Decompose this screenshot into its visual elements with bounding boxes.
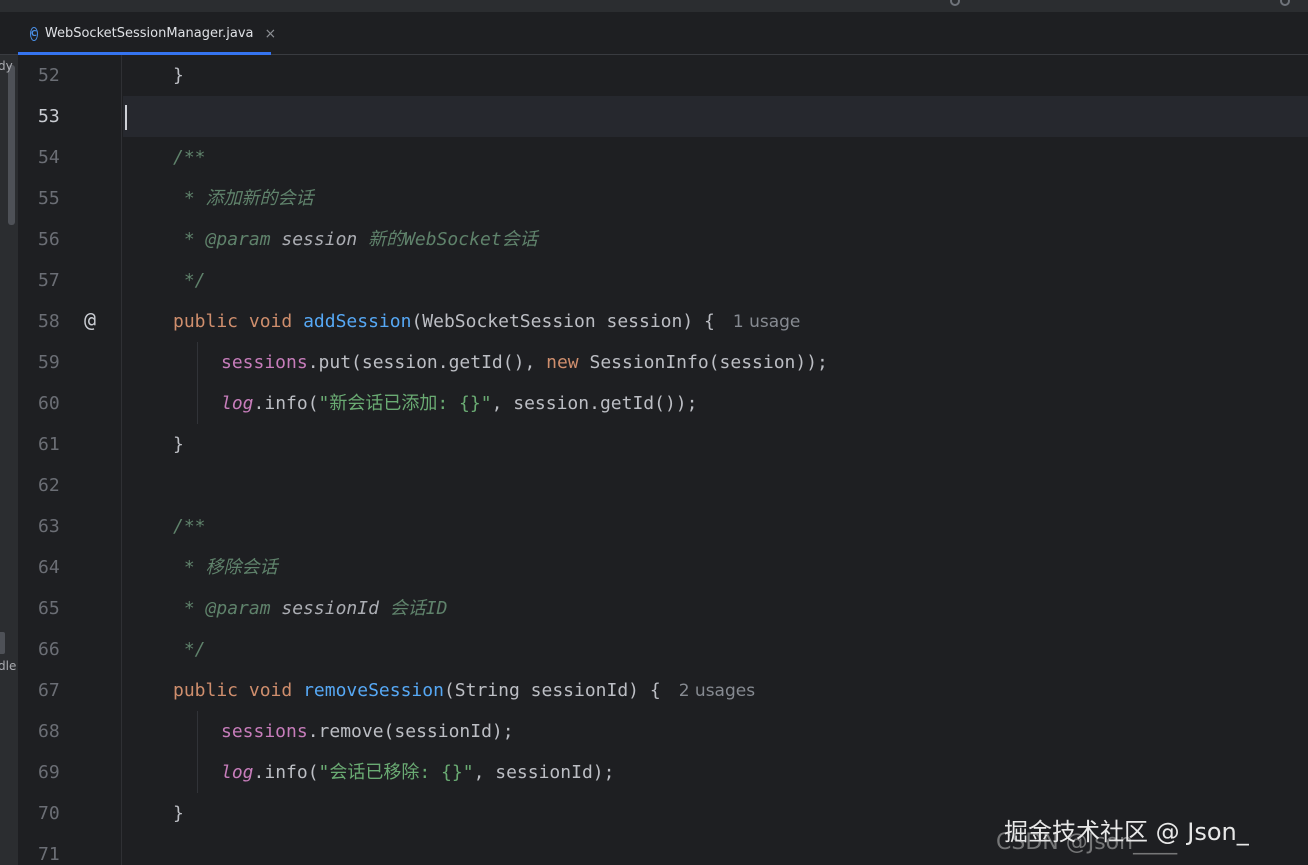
line-number: 70 bbox=[38, 793, 94, 834]
string-literal: "会话已移除: {}" bbox=[319, 762, 474, 783]
line-number: 64 bbox=[38, 547, 94, 588]
java-class-icon: C bbox=[30, 27, 38, 41]
panel-text-fragment: dle bbox=[0, 659, 16, 673]
editor-tab-bar: C WebSocketSessionManager.java × bbox=[0, 13, 1308, 55]
code-line[interactable]: } bbox=[173, 424, 184, 465]
toolbar-icon[interactable] bbox=[1280, 0, 1290, 6]
method-name: addSession bbox=[303, 311, 411, 332]
line-number-current: 53 bbox=[38, 96, 94, 137]
code-line[interactable]: * 添加新的会话 bbox=[173, 178, 314, 219]
line-number: 63 bbox=[38, 506, 94, 547]
line-number: 57 bbox=[38, 260, 94, 301]
code-text: (WebSocketSession session) { bbox=[411, 311, 714, 332]
code-line[interactable]: public void addSession(WebSocketSession … bbox=[173, 301, 800, 342]
doc-tag: @param bbox=[206, 229, 271, 250]
field-ref: sessions bbox=[221, 352, 308, 373]
code-text: .info( bbox=[254, 762, 319, 783]
line-number: 52 bbox=[38, 55, 94, 96]
code-text: .info( bbox=[254, 393, 319, 414]
code-line[interactable]: */ bbox=[173, 629, 206, 670]
keyword: void bbox=[238, 680, 303, 701]
line-number: 71 bbox=[38, 834, 94, 865]
code-line[interactable]: } bbox=[173, 55, 184, 96]
code-line[interactable]: * @param sessionId 会话ID bbox=[173, 588, 447, 629]
override-marker-icon[interactable]: @ bbox=[80, 310, 100, 330]
line-number: 69 bbox=[38, 752, 94, 793]
doc-param-name: sessionId bbox=[271, 598, 379, 619]
doc-param-name: session bbox=[271, 229, 358, 250]
keyword: public bbox=[173, 680, 238, 701]
panel-selection-marker bbox=[0, 632, 5, 654]
close-icon[interactable]: × bbox=[265, 26, 277, 42]
code-line[interactable]: sessions.put(session.getId(), new Sessio… bbox=[221, 342, 828, 383]
code-line[interactable]: * 移除会话 bbox=[173, 547, 278, 588]
code-line[interactable]: } bbox=[173, 793, 184, 834]
line-number: 61 bbox=[38, 424, 94, 465]
tab-label: WebSocketSessionManager.java bbox=[45, 26, 254, 41]
current-line-highlight bbox=[123, 96, 1308, 137]
doc-text: 新的WebSocket会话 bbox=[357, 229, 537, 250]
code-line[interactable]: /** bbox=[173, 506, 206, 547]
code-line[interactable]: public void removeSession(String session… bbox=[173, 670, 755, 711]
field-ref: sessions bbox=[221, 721, 308, 742]
tab-websocket-session-manager[interactable]: C WebSocketSessionManager.java × bbox=[18, 13, 271, 54]
line-number: 62 bbox=[38, 465, 94, 506]
code-line[interactable]: */ bbox=[173, 260, 206, 301]
code-line[interactable]: /** bbox=[173, 137, 206, 178]
keyword: void bbox=[238, 311, 303, 332]
indent-guide bbox=[197, 342, 198, 424]
code-line[interactable]: * @param session 新的WebSocket会话 bbox=[173, 219, 538, 260]
doc-text: * bbox=[173, 598, 206, 619]
code-text: , sessionId); bbox=[474, 762, 615, 783]
line-number: 54 bbox=[38, 137, 94, 178]
usage-hint[interactable]: 2 usages bbox=[679, 681, 755, 701]
keyword: new bbox=[546, 352, 579, 373]
code-text: .put(session.getId(), bbox=[308, 352, 546, 373]
line-number: 65 bbox=[38, 588, 94, 629]
string-literal: "新会话已添加: {}" bbox=[319, 393, 492, 414]
code-editor[interactable]: } /** * 添加新的会话 * @param session 新的WebSoc… bbox=[123, 55, 1308, 865]
usage-hint[interactable]: 1 usage bbox=[733, 312, 801, 332]
line-number: 56 bbox=[38, 219, 94, 260]
code-line[interactable]: log.info("新会话已添加: {}", session.getId()); bbox=[221, 383, 697, 424]
keyword: public bbox=[173, 311, 238, 332]
code-text: (String sessionId) { bbox=[444, 680, 661, 701]
line-number: 55 bbox=[38, 178, 94, 219]
code-text: SessionInfo(session)); bbox=[579, 352, 828, 373]
line-number: 66 bbox=[38, 629, 94, 670]
panel-scrollbar[interactable] bbox=[8, 65, 15, 225]
ide-window: C WebSocketSessionManager.java × dy dle … bbox=[0, 0, 1308, 865]
static-field-ref: log bbox=[221, 762, 254, 783]
code-line[interactable]: log.info("会话已移除: {}", sessionId); bbox=[221, 752, 614, 793]
code-text: , session.getId()); bbox=[492, 393, 698, 414]
doc-text: * bbox=[173, 229, 206, 250]
top-toolbar bbox=[0, 0, 1308, 13]
line-number: 67 bbox=[38, 670, 94, 711]
line-number: 60 bbox=[38, 383, 94, 424]
project-panel-edge[interactable]: dy dle bbox=[0, 55, 19, 865]
doc-tag: @param bbox=[206, 598, 271, 619]
toolbar-icon[interactable] bbox=[950, 0, 960, 6]
line-number: 68 bbox=[38, 711, 94, 752]
doc-text: 会话ID bbox=[379, 598, 448, 619]
line-number: 59 bbox=[38, 342, 94, 383]
text-caret bbox=[125, 105, 127, 130]
indent-guide bbox=[197, 711, 198, 793]
code-text: .remove(sessionId); bbox=[308, 721, 514, 742]
panel-text-fragment: dy bbox=[0, 59, 13, 73]
static-field-ref: log bbox=[221, 393, 254, 414]
line-number-gutter[interactable]: 52 53 54 55 56 57 58 59 60 61 62 63 64 6… bbox=[18, 55, 122, 865]
method-name: removeSession bbox=[303, 680, 444, 701]
code-line[interactable]: sessions.remove(sessionId); bbox=[221, 711, 514, 752]
